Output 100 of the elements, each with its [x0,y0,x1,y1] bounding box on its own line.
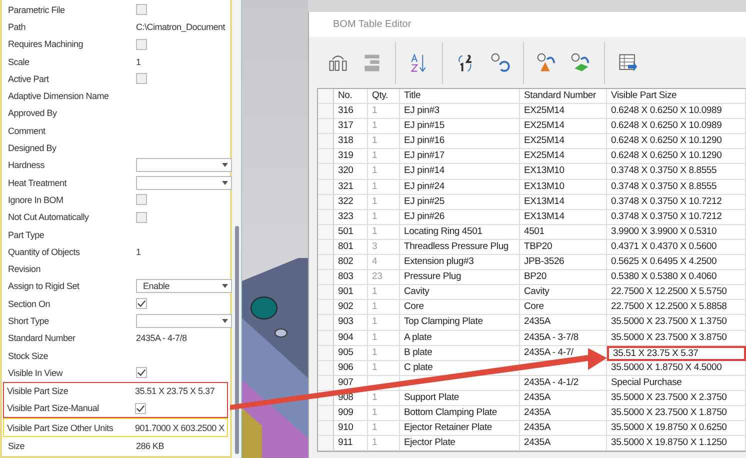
table-cell: 906 [334,360,368,376]
table-cell: 1 [368,421,400,436]
checkbox[interactable] [136,194,147,206]
table-cell: 2435A - 3-7/8 [520,330,607,346]
checkbox[interactable] [136,298,147,310]
property-label: Ignore In BOM [8,194,64,205]
table-cell: 1 [368,149,400,164]
table-cell: 803 [334,270,368,286]
shape-icon [570,52,592,74]
property-label: Standard Number [8,333,76,344]
table-cell: 35.5000 X 19.8750 X 1.1250 [607,436,746,452]
property-value: 1 [136,246,142,257]
table-cell: 910 [334,421,368,436]
table-cell: 322 [334,194,368,210]
column-header[interactable]: Title [400,89,520,104]
property-value: 2435A - 4-7/8 [136,333,188,344]
table-cell: 4 [368,255,400,270]
table-cell: 1 [368,210,400,225]
table-cell: Cavity [520,285,607,300]
checkbox[interactable] [136,212,147,223]
property-value: 1 [136,56,142,67]
property-label: Size [8,441,26,452]
table-cell: BP20 [520,270,607,286]
table-cell: EJ pin#14 [400,164,520,180]
table-cell: 316 [334,104,368,120]
table-cell: EX13M14 [520,210,607,225]
table-cell: 1 [368,436,400,452]
table-cell: EX25M14 [520,149,607,164]
table-cell: 35.5000 X 19.8750 X 0.6250 [607,421,746,436]
table-cell: Ejector Retainer Plate [400,421,520,436]
table-cell: 0.3748 X 0.3750 X 10.7212 [607,210,746,225]
table-cell: EJ pin#26 [400,210,520,225]
scrollbar[interactable] [232,0,242,458]
table-cell: 1 [368,300,400,316]
table-cell: Locating Ring 4501 [400,224,520,240]
table-cell: 1 [368,194,400,210]
dropdown[interactable]: Enable [136,279,232,294]
property-value: 35.51 X 23.75 X 5.37 [135,386,216,396]
column-header[interactable]: Visible Part Size [607,89,746,104]
table-cell: 1 [368,406,400,422]
table-cell: 905 [334,346,368,361]
table-cell: EJ pin#25 [400,194,520,210]
table-cell: Core [520,300,607,316]
checkbox[interactable] [136,73,147,84]
table-cell: 0.6248 X 0.6250 X 10.1290 [607,149,746,164]
column-header[interactable]: Standard Number [520,89,607,104]
checkbox[interactable] [135,402,146,414]
table-cell: 0.3748 X 0.3750 X 10.7212 [607,194,746,210]
table-cell: 2435A [520,406,607,422]
table-cell: EJ pin#17 [400,149,520,164]
property-label: Approved By [8,108,58,118]
dropdown[interactable] [136,176,232,190]
table-cell: Cavity [400,285,520,300]
table-cell: 1 [368,119,400,134]
property-label: Scale [8,56,30,67]
table-cell: B plate [400,346,520,361]
property-label: Assign to Rigid Set [8,281,80,292]
property-label: Visible In View [8,368,64,378]
table-cell: 0.5625 X 0.6495 X 4.2500 [607,255,746,270]
checkbox[interactable] [136,38,147,50]
table-cell: EX25M14 [520,119,607,134]
property-label: Visible Part Size [7,386,70,396]
table-cell: EX13M14 [520,194,607,210]
caret-icon [222,163,228,168]
table-corner[interactable] [318,89,334,104]
table-cell: EX25M14 [520,134,607,150]
table-cell: Special Purchase [607,376,746,391]
caret-icon [222,284,228,288]
caret-icon [222,180,228,185]
table-cell: 35.5000 X 23.7500 X 1.8750 [607,406,746,422]
table-cell: Threadless Pressure Plug [400,240,520,256]
checkbox[interactable] [136,4,147,16]
column-header[interactable]: No. [334,89,368,104]
property-label: Section On [8,298,52,309]
property-label: Short Type [8,316,50,326]
table-cell: EJ pin#3 [400,104,520,120]
table-cell: 321 [334,180,368,195]
property-label: Path [8,22,27,32]
property-label: Part Type [8,230,46,240]
table-cell: 901 [334,285,368,300]
table-cell: 22.7500 X 12.2500 X 5.8858 [607,300,746,316]
table-cell: 35.5000 X 1.8750 X 4.5000 [607,360,746,376]
table-cell: 1 [368,164,400,180]
checkbox[interactable] [136,367,147,378]
table-cell: 2435A - 4-1/2 [520,376,607,391]
row-header[interactable] [318,436,334,452]
property-label: Stock Size [8,350,50,361]
table-cell: 501 [334,224,368,240]
table-cell: 911 [334,436,368,452]
table-cell: TBP20 [520,240,607,256]
column-header[interactable]: Qty. [368,89,400,104]
table-cell: 35.51 X 23.75 X 5.37 [607,346,746,361]
table-cell: 1 [368,360,400,376]
property-label: Not Cut Automatically [8,212,90,222]
property-label: Quantity of Objects [8,246,81,257]
table-cell: 3.9900 X 3.9900 X 0.5310 [607,224,746,240]
table-cell: 904 [334,330,368,346]
table-cell: Core [400,300,520,316]
table-cell: JPB-3526 [520,255,607,270]
dropdown[interactable] [136,158,232,172]
